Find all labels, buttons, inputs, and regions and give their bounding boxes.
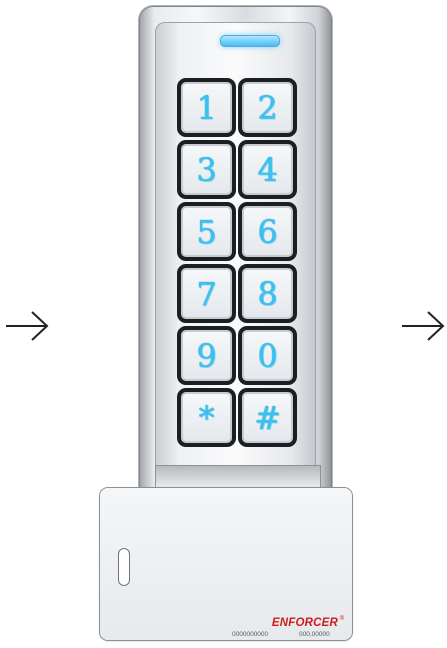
registered-mark: ® — [339, 616, 344, 622]
card-facility-code: 000,00000 — [299, 631, 330, 638]
key-3[interactable]: 3 — [177, 140, 236, 199]
status-led — [220, 35, 280, 47]
card-slot-hole — [118, 548, 130, 586]
proximity-card: ENFORCER ® 0000000000 000,00000 — [100, 488, 352, 640]
key-grid: 1 2 3 4 5 6 7 8 9 0 * # — [177, 78, 299, 447]
key-label: 5 — [196, 212, 217, 251]
card-brand: ENFORCER — [271, 617, 338, 629]
key-hash[interactable]: # — [238, 388, 297, 447]
key-label: 3 — [196, 150, 217, 189]
key-8[interactable]: 8 — [238, 264, 297, 323]
arrow-right-icon — [6, 311, 49, 341]
key-1[interactable]: 1 — [177, 78, 236, 137]
key-star[interactable]: * — [177, 388, 236, 447]
key-9[interactable]: 9 — [177, 326, 236, 385]
keypad-device: 1 2 3 4 5 6 7 8 9 0 * # — [139, 6, 332, 504]
key-label: 0 — [257, 336, 278, 375]
key-label: # — [254, 398, 281, 437]
key-label: 7 — [196, 274, 217, 313]
key-label: 4 — [257, 150, 278, 189]
key-label: * — [198, 398, 215, 437]
key-0[interactable]: 0 — [238, 326, 297, 385]
key-label: 2 — [257, 88, 278, 127]
card-number: 0000000000 — [232, 631, 269, 638]
key-label: 1 — [196, 88, 217, 127]
key-7[interactable]: 7 — [177, 264, 236, 323]
key-2[interactable]: 2 — [238, 78, 297, 137]
key-label: 6 — [257, 212, 278, 251]
key-5[interactable]: 5 — [177, 202, 236, 261]
key-label: 9 — [196, 336, 217, 375]
key-4[interactable]: 4 — [238, 140, 297, 199]
arrow-right-icon — [402, 311, 445, 341]
key-6[interactable]: 6 — [238, 202, 297, 261]
key-label: 8 — [257, 274, 278, 313]
